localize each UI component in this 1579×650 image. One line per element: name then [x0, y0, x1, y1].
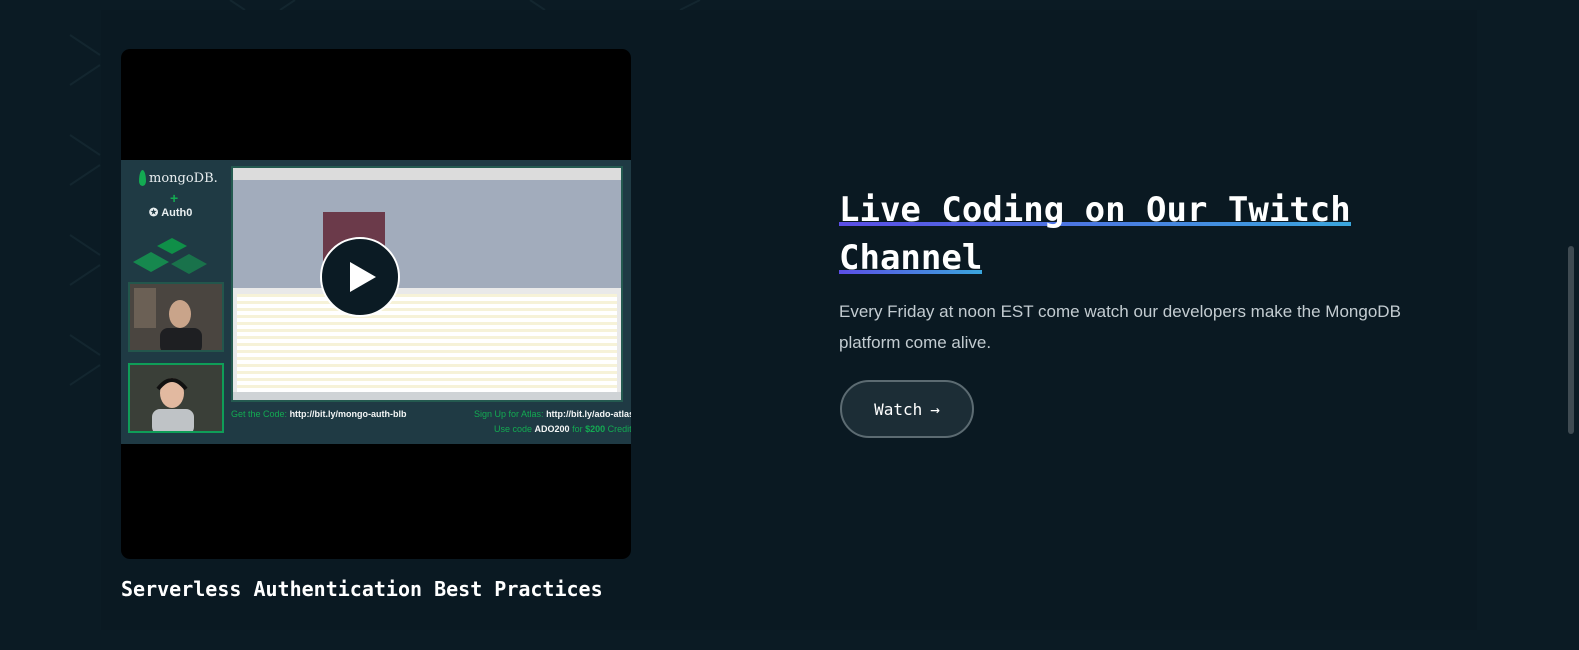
mongodb-logo: mongoDB.: [139, 170, 218, 186]
cube-stack-icon: [133, 238, 207, 274]
signup-caption: Sign Up for Atlas: http://bit.ly/ado-atl…: [474, 409, 631, 419]
code-caption: Get the Code: http://bit.ly/mongo-auth-b…: [231, 409, 407, 419]
video-title: Serverless Authentication Best Practices: [121, 577, 603, 601]
watch-button-label: Watch: [874, 399, 923, 419]
thumbnail-sidebar: mongoDB. + ✪ Auth0: [121, 160, 226, 433]
scrollbar-thumb[interactable]: [1568, 246, 1574, 434]
webcam-host-1: [128, 282, 224, 352]
video-player[interactable]: mongoDB. + ✪ Auth0 Get the Code: http://…: [121, 49, 631, 559]
promo-code-caption: Use code ADO200 for $200 Credit: [494, 424, 631, 434]
webcam-host-2: [128, 363, 224, 433]
screen-share: [231, 166, 623, 402]
page-title: Live Coding on Our Twitch Channel: [839, 186, 1439, 282]
promo-description: Every Friday at noon EST come watch our …: [839, 302, 1401, 352]
star-badge-icon: ✪: [149, 207, 159, 219]
auth0-logo: ✪ Auth0: [149, 206, 193, 220]
headline-line-2: Channel: [839, 238, 983, 278]
play-button[interactable]: [320, 237, 400, 317]
arrow-right-icon: →: [930, 399, 940, 419]
plus-sign: +: [170, 190, 179, 206]
leaf-icon: [139, 170, 146, 186]
headline-line-1: Live Coding on Our Twitch: [839, 190, 1351, 230]
play-icon: [350, 262, 376, 292]
watch-button[interactable]: Watch →: [840, 380, 974, 438]
